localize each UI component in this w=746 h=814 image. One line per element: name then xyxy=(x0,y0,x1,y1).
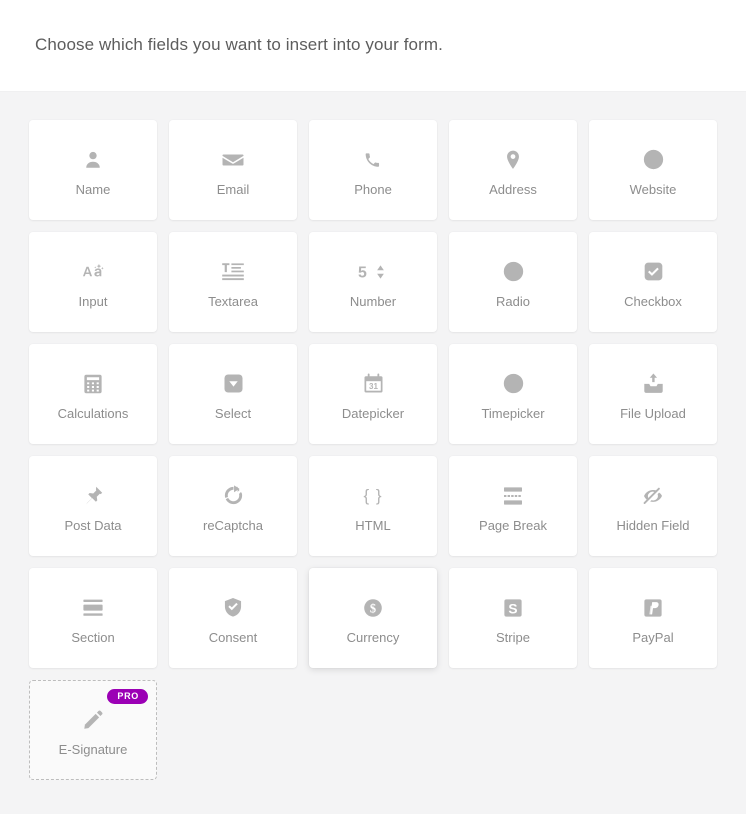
checkbox-icon xyxy=(642,257,665,287)
field-card-label: E-Signature xyxy=(58,741,128,757)
phone-icon xyxy=(362,145,384,175)
field-card-label: Input xyxy=(78,293,108,309)
dollar-coin-icon: $ xyxy=(362,593,384,623)
field-card-calculations[interactable]: Calculations xyxy=(29,344,157,444)
field-card-radio[interactable]: Radio xyxy=(449,232,577,332)
user-icon xyxy=(82,145,104,175)
pro-badge: PRO xyxy=(107,689,148,704)
field-card-consent[interactable]: Consent xyxy=(169,568,297,668)
field-card-website[interactable]: Website xyxy=(589,120,717,220)
field-grid-container: Name Email Phone Address Website Input Textare… xyxy=(0,92,746,780)
envelope-icon xyxy=(221,145,245,175)
field-card-datepicker[interactable]: 31 Datepicker xyxy=(309,344,437,444)
field-card-label: Address xyxy=(489,181,537,197)
field-card-section[interactable]: Section xyxy=(29,568,157,668)
pushpin-icon xyxy=(82,481,104,511)
field-card-label: reCaptcha xyxy=(203,517,263,533)
header: Choose which fields you want to insert i… xyxy=(0,0,746,92)
radio-button-icon xyxy=(502,257,525,287)
field-card-label: Name xyxy=(75,181,111,197)
field-card-number[interactable]: 5 Number xyxy=(309,232,437,332)
field-card-label: Radio xyxy=(496,293,530,309)
field-card-label: PayPal xyxy=(632,629,674,645)
field-card-label: HTML xyxy=(355,517,391,533)
field-card-label: Select xyxy=(214,405,252,421)
field-card-label: Consent xyxy=(208,629,258,645)
field-picker-screen: Choose which fields you want to insert i… xyxy=(0,0,746,814)
field-card-stripe[interactable]: S Stripe xyxy=(449,568,577,668)
field-card-hidden-field[interactable]: Hidden Field xyxy=(589,456,717,556)
field-card-label: Website xyxy=(629,181,677,197)
field-card-file-upload[interactable]: File Upload xyxy=(589,344,717,444)
field-card-phone[interactable]: Phone xyxy=(309,120,437,220)
field-card-textarea[interactable]: Textarea xyxy=(169,232,297,332)
map-pin-icon xyxy=(502,145,524,175)
eye-slash-icon xyxy=(641,481,665,511)
curly-braces-icon: { } xyxy=(363,486,383,505)
field-card-label: Page Break xyxy=(479,517,547,533)
calendar-icon: 31 xyxy=(362,369,385,399)
field-card-label: Hidden Field xyxy=(616,517,690,533)
field-card-address[interactable]: Address xyxy=(449,120,577,220)
paypal-icon xyxy=(642,593,664,623)
field-card-paypal[interactable]: PayPal xyxy=(589,568,717,668)
field-card-label: Currency xyxy=(346,629,400,645)
field-card-label: Email xyxy=(216,181,250,197)
field-card-select[interactable]: Select xyxy=(169,344,297,444)
field-card-e-signature[interactable]: PRO E-Signature xyxy=(29,680,157,780)
section-icon xyxy=(81,593,105,623)
field-card-timepicker[interactable]: Timepicker xyxy=(449,344,577,444)
field-card-label: Timepicker xyxy=(481,405,545,421)
clock-icon xyxy=(502,369,525,399)
field-card-label: Textarea xyxy=(208,293,258,309)
shield-check-icon xyxy=(222,593,244,623)
field-card-label: Number xyxy=(349,293,397,309)
field-card-checkbox[interactable]: Checkbox xyxy=(589,232,717,332)
number-stepper-icon: 5 xyxy=(358,257,388,287)
field-card-label: Phone xyxy=(354,181,392,197)
page-break-icon xyxy=(501,481,525,511)
svg-text:31: 31 xyxy=(369,382,378,391)
field-card-post-data[interactable]: Post Data xyxy=(29,456,157,556)
field-card-recaptcha[interactable]: reCaptcha xyxy=(169,456,297,556)
dropdown-caret-icon xyxy=(222,369,245,399)
field-card-label: File Upload xyxy=(620,405,686,421)
field-card-page-break[interactable]: Page Break xyxy=(449,456,577,556)
textarea-icon xyxy=(221,257,245,287)
calculator-icon xyxy=(82,369,104,399)
recaptcha-icon xyxy=(222,481,245,511)
svg-text:$: $ xyxy=(370,601,376,615)
field-card-input[interactable]: Input xyxy=(29,232,157,332)
field-card-label: Checkbox xyxy=(624,293,682,309)
field-card-currency[interactable]: $ Currency xyxy=(309,568,437,668)
field-card-label: Post Data xyxy=(64,517,122,533)
field-grid: Name Email Phone Address Website Input Textare… xyxy=(29,120,729,780)
field-card-email[interactable]: Email xyxy=(169,120,297,220)
field-card-name[interactable]: Name xyxy=(29,120,157,220)
field-card-label: Datepicker xyxy=(341,405,405,421)
file-upload-icon xyxy=(642,369,665,399)
field-card-html[interactable]: { } HTML xyxy=(309,456,437,556)
field-card-label: Section xyxy=(71,629,115,645)
svg-text:S: S xyxy=(508,601,517,616)
text-input-icon xyxy=(80,257,106,287)
svg-text:5: 5 xyxy=(358,264,367,281)
field-card-label: Stripe xyxy=(496,629,530,645)
globe-icon xyxy=(642,145,665,175)
field-card-label: Calculations xyxy=(57,405,129,421)
page-title: Choose which fields you want to insert i… xyxy=(35,35,443,55)
pencil-icon xyxy=(82,705,104,735)
stripe-icon: S xyxy=(502,593,524,623)
